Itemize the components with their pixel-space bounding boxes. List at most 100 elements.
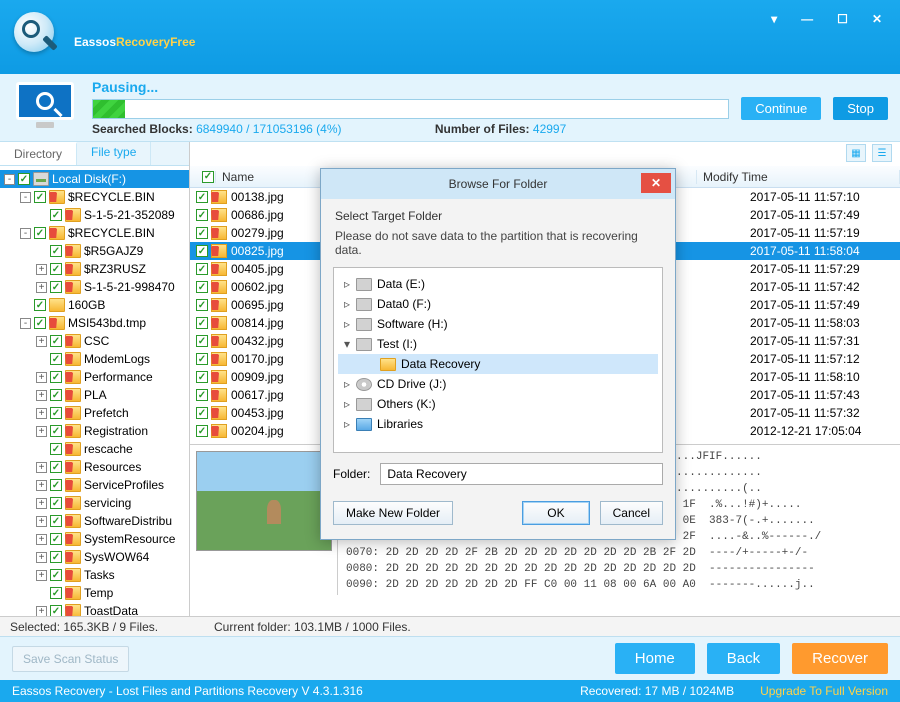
tree-item[interactable]: +PLA <box>0 386 189 404</box>
dialog-tree-item[interactable]: ▹CD Drive (J:) <box>338 374 658 394</box>
folder-label: Folder: <box>333 467 370 481</box>
recovered-stat: Recovered: 17 MB / 1024MB <box>580 684 734 698</box>
home-button[interactable]: Home <box>615 643 695 674</box>
tree-item[interactable]: +ServiceProfiles <box>0 476 189 494</box>
upgrade-link[interactable]: Upgrade To Full Version <box>760 684 888 698</box>
recover-button[interactable]: Recover <box>792 643 888 674</box>
view-list-icon[interactable]: ☰ <box>872 144 892 162</box>
save-scan-button: Save Scan Status <box>12 646 129 672</box>
make-new-folder-button[interactable]: Make New Folder <box>333 501 453 525</box>
tree-item[interactable]: +CSC <box>0 332 189 350</box>
stop-button[interactable]: Stop <box>833 97 888 120</box>
col-mtime[interactable]: Modify Time <box>697 170 900 184</box>
dialog-tree-item[interactable]: ▹Data (E:) <box>338 274 658 294</box>
app-brand: EassosRecoveryFree <box>74 22 195 53</box>
dialog-folder-tree[interactable]: ▹Data (E:)▹Data0 (F:)▹Software (H:)▾Test… <box>333 267 663 453</box>
tree-item[interactable]: +$RZ3RUSZ <box>0 260 189 278</box>
file-checkbox[interactable] <box>196 263 208 275</box>
cancel-button[interactable]: Cancel <box>600 501 663 525</box>
continue-button[interactable]: Continue <box>741 97 821 120</box>
tree-item[interactable]: -MSI543bd.tmp <box>0 314 189 332</box>
preview-image <box>196 451 332 551</box>
preview-pane <box>190 445 338 595</box>
titlebar: EassosRecoveryFree ▾ — ☐ ✕ <box>0 0 900 74</box>
tree-item[interactable]: +Performance <box>0 368 189 386</box>
tree-item[interactable]: $R5GAJZ9 <box>0 242 189 260</box>
file-checkbox[interactable] <box>196 407 208 419</box>
tree-item[interactable]: ModemLogs <box>0 350 189 368</box>
jpg-icon <box>211 334 227 348</box>
checkbox-all[interactable] <box>202 171 214 183</box>
jpg-icon <box>211 244 227 258</box>
ok-button[interactable]: OK <box>522 501 589 525</box>
tree-item[interactable]: +servicing <box>0 494 189 512</box>
file-checkbox[interactable] <box>196 389 208 401</box>
tree-item[interactable]: +Tasks <box>0 566 189 584</box>
dialog-tree-item[interactable]: ▹Software (H:) <box>338 314 658 334</box>
monitor-icon <box>12 82 78 134</box>
view-grid-icon[interactable]: ▦ <box>846 144 866 162</box>
menu-icon[interactable]: ▾ <box>771 12 777 26</box>
scan-stats: Searched Blocks: 6849940 / 171053196 (4%… <box>92 122 888 136</box>
file-checkbox[interactable] <box>196 227 208 239</box>
tree-item[interactable]: +S-1-5-21-998470 <box>0 278 189 296</box>
jpg-icon <box>211 298 227 312</box>
jpg-icon <box>211 190 227 204</box>
jpg-icon <box>211 388 227 402</box>
app-logo <box>14 12 64 62</box>
tree-item[interactable]: +ToastData <box>0 602 189 616</box>
tree-item[interactable]: +SystemResource <box>0 530 189 548</box>
tree-item[interactable]: +Registration <box>0 422 189 440</box>
file-checkbox[interactable] <box>196 281 208 293</box>
jpg-icon <box>211 262 227 276</box>
tree-item[interactable]: -$RECYCLE.BIN <box>0 224 189 242</box>
status-current: Current folder: 103.1MB / 1000 Files. <box>214 620 411 634</box>
file-checkbox[interactable] <box>196 191 208 203</box>
tree-item[interactable]: +Resources <box>0 458 189 476</box>
dialog-tree-item[interactable]: ▹Libraries <box>338 414 658 434</box>
file-checkbox[interactable] <box>196 425 208 437</box>
jpg-icon <box>211 370 227 384</box>
scan-progressbar <box>92 99 729 119</box>
maximize-icon[interactable]: ☐ <box>837 12 848 26</box>
app-version: Eassos Recovery - Lost Files and Partiti… <box>12 684 363 698</box>
tree-item[interactable]: 160GB <box>0 296 189 314</box>
bottombar: Eassos Recovery - Lost Files and Partiti… <box>0 680 900 702</box>
dialog-close-icon[interactable]: ✕ <box>641 173 671 193</box>
dialog-warning: Please do not save data to the partition… <box>321 229 675 267</box>
directory-tree[interactable]: -Local Disk(F:)-$RECYCLE.BINS-1-5-21-352… <box>0 166 189 616</box>
tree-item[interactable]: +SysWOW64 <box>0 548 189 566</box>
jpg-icon <box>211 406 227 420</box>
folder-input[interactable] <box>380 463 663 485</box>
jpg-icon <box>211 208 227 222</box>
file-checkbox[interactable] <box>196 353 208 365</box>
tab-filetype[interactable]: File type <box>77 142 151 165</box>
tree-item[interactable]: S-1-5-21-352089 <box>0 206 189 224</box>
tree-item[interactable]: +SoftwareDistribu <box>0 512 189 530</box>
file-checkbox[interactable] <box>196 209 208 221</box>
tab-directory[interactable]: Directory <box>0 142 77 165</box>
dialog-subtitle: Select Target Folder <box>321 199 675 229</box>
tree-item[interactable]: +Prefetch <box>0 404 189 422</box>
dialog-title: Browse For Folder ✕ <box>321 169 675 199</box>
dialog-tree-item[interactable]: ▹Data0 (F:) <box>338 294 658 314</box>
dialog-tree-item[interactable]: Data Recovery <box>338 354 658 374</box>
dialog-tree-item[interactable]: ▾Test (I:) <box>338 334 658 354</box>
jpg-icon <box>211 280 227 294</box>
tree-item[interactable]: -Local Disk(F:) <box>0 170 189 188</box>
tree-item[interactable]: rescache <box>0 440 189 458</box>
jpg-icon <box>211 226 227 240</box>
back-button[interactable]: Back <box>707 643 780 674</box>
scan-pane: Pausing... Continue Stop Searched Blocks… <box>0 74 900 142</box>
file-checkbox[interactable] <box>196 371 208 383</box>
tree-item[interactable]: Temp <box>0 584 189 602</box>
file-checkbox[interactable] <box>196 245 208 257</box>
close-icon[interactable]: ✕ <box>872 12 882 26</box>
minimize-icon[interactable]: — <box>801 12 813 26</box>
file-checkbox[interactable] <box>196 317 208 329</box>
dialog-tree-item[interactable]: ▹Others (K:) <box>338 394 658 414</box>
file-checkbox[interactable] <box>196 335 208 347</box>
file-checkbox[interactable] <box>196 299 208 311</box>
tree-item[interactable]: -$RECYCLE.BIN <box>0 188 189 206</box>
jpg-icon <box>211 316 227 330</box>
